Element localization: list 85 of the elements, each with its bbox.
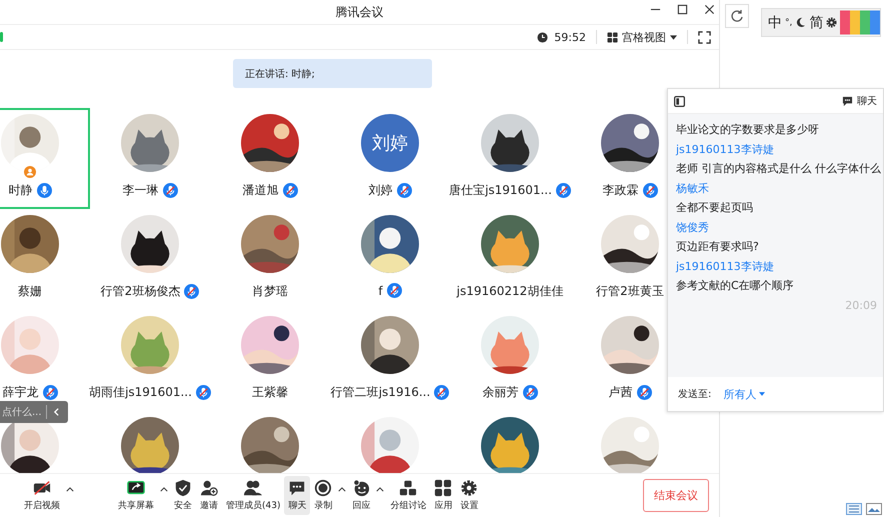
participant-name: 胡雨佳js191601... xyxy=(89,384,192,401)
clock-icon xyxy=(537,32,548,42)
toolbar-button[interactable]: 安全 xyxy=(170,476,196,515)
toolbar-button[interactable]: 邀请 xyxy=(196,476,222,515)
moon-icon[interactable] xyxy=(795,17,806,28)
chat-title: 聊天 xyxy=(857,95,877,108)
message-sender: js19160113李诗婕 xyxy=(676,142,775,158)
caret-icon[interactable] xyxy=(160,487,168,492)
message-text: 页边距有要求吗? xyxy=(676,239,760,255)
people-icon xyxy=(244,479,262,497)
message-sender: 饶俊秀 xyxy=(676,220,710,236)
screen-share-icon xyxy=(127,479,145,497)
participant-name: 行管二班js1916... xyxy=(330,384,430,401)
avatar: 刘婷 xyxy=(361,114,419,172)
caret-icon xyxy=(759,392,766,396)
punctuation-toggle[interactable]: °, xyxy=(785,18,792,28)
participant-name: 行管2班杨俊杰 xyxy=(100,283,180,300)
participant-name: 时静 xyxy=(8,182,32,199)
caret-icon[interactable] xyxy=(338,487,346,492)
toolbar-button[interactable]: 共享屏幕 xyxy=(114,476,158,515)
participant-name: 潘道旭 xyxy=(242,182,278,199)
message-time: 20:09 xyxy=(845,298,878,314)
add-person-icon xyxy=(200,479,218,497)
toolbar-button[interactable]: 开启视频 xyxy=(20,476,64,515)
recipient-dropdown[interactable]: 所有人 xyxy=(723,386,766,402)
language-toggle[interactable]: 中 xyxy=(768,14,782,32)
list-view-icon[interactable] xyxy=(846,503,862,515)
settings-icon[interactable] xyxy=(826,17,838,28)
speaker-banner: 正在讲话: 时静; xyxy=(233,59,432,88)
participant-name: f xyxy=(378,284,383,298)
end-meeting-button[interactable]: 结束会议 xyxy=(643,479,709,512)
participant-name: 刘婷 xyxy=(368,182,392,199)
close-icon[interactable] xyxy=(704,4,715,15)
grid-icon xyxy=(607,32,618,42)
meeting-timer: 59:52 xyxy=(554,30,586,44)
message-sender: 杨敏禾 xyxy=(676,180,710,196)
shield-icon xyxy=(174,479,192,497)
refresh-icon[interactable] xyxy=(725,4,749,28)
toolbar-button[interactable]: 设置 xyxy=(456,476,482,515)
participant-name: 行管2班黄玉 xyxy=(596,283,664,300)
toolbar-button[interactable]: 录制 xyxy=(310,476,336,515)
smiley-icon xyxy=(352,479,370,497)
participant-name: 唐仕宝js191601... xyxy=(449,182,552,199)
message-text: 全都不要起页吗 xyxy=(676,200,754,216)
message-text: 毕业论文的字数要求是多少呀 xyxy=(676,122,820,138)
message-sender: js19160113李诗婕 xyxy=(676,258,775,274)
participant-name: 余丽芳 xyxy=(482,384,518,401)
settings-icon xyxy=(460,479,478,497)
script-toggle[interactable]: 简 xyxy=(809,14,824,32)
record-icon xyxy=(314,479,332,497)
participant-name: 蔡姗 xyxy=(18,283,42,300)
window-title: 腾讯会议 xyxy=(336,4,384,20)
participant-name: 李政霖 xyxy=(602,182,638,199)
color-skin-icon[interactable] xyxy=(840,9,880,36)
view-switch-button[interactable]: 宫格视图 xyxy=(607,30,677,44)
send-to-label: 发送至: xyxy=(678,388,712,401)
chat-icon xyxy=(842,96,853,106)
chat-input-field[interactable]: 点什么... xyxy=(0,401,68,423)
participant-name: 卢茜 xyxy=(608,384,632,401)
participant-name: 薛宇龙 xyxy=(2,384,38,401)
fullscreen-icon[interactable] xyxy=(698,30,711,44)
toolbar-button[interactable]: 聊天 xyxy=(284,476,310,515)
participant-tile[interactable]: 时静 xyxy=(0,108,90,209)
maximize-icon[interactable] xyxy=(677,4,688,15)
sidebar-toggle-icon[interactable] xyxy=(674,96,685,106)
toolbar-button[interactable]: 分组讨论 xyxy=(386,476,430,515)
toolbar-button[interactable]: 管理成员(43) xyxy=(222,476,284,515)
toolbar-button[interactable]: 回应 xyxy=(348,476,374,515)
blocks-icon xyxy=(399,479,418,497)
network-indicator xyxy=(0,32,3,42)
participant-name: 李一琳 xyxy=(122,182,158,199)
caret-icon[interactable] xyxy=(66,487,74,492)
caret-icon[interactable] xyxy=(376,487,384,492)
video-off-icon xyxy=(33,479,51,497)
participant-name: 王紫馨 xyxy=(252,384,288,401)
participant-name: js19160212胡佳佳 xyxy=(456,283,564,300)
message-text: 参考文献的C在哪个顺序 xyxy=(676,278,795,294)
message-text: 老师 引言的内容格式是什么 什么字体什么 xyxy=(676,161,882,177)
toolbar-button[interactable]: 应用 xyxy=(430,476,456,515)
caret-icon xyxy=(670,34,677,40)
participant-name: 肖梦瑶 xyxy=(252,283,288,300)
collapse-icon[interactable] xyxy=(52,407,60,417)
chat-icon xyxy=(288,479,306,497)
image-view-icon[interactable] xyxy=(866,503,882,515)
apps-icon xyxy=(434,479,452,497)
